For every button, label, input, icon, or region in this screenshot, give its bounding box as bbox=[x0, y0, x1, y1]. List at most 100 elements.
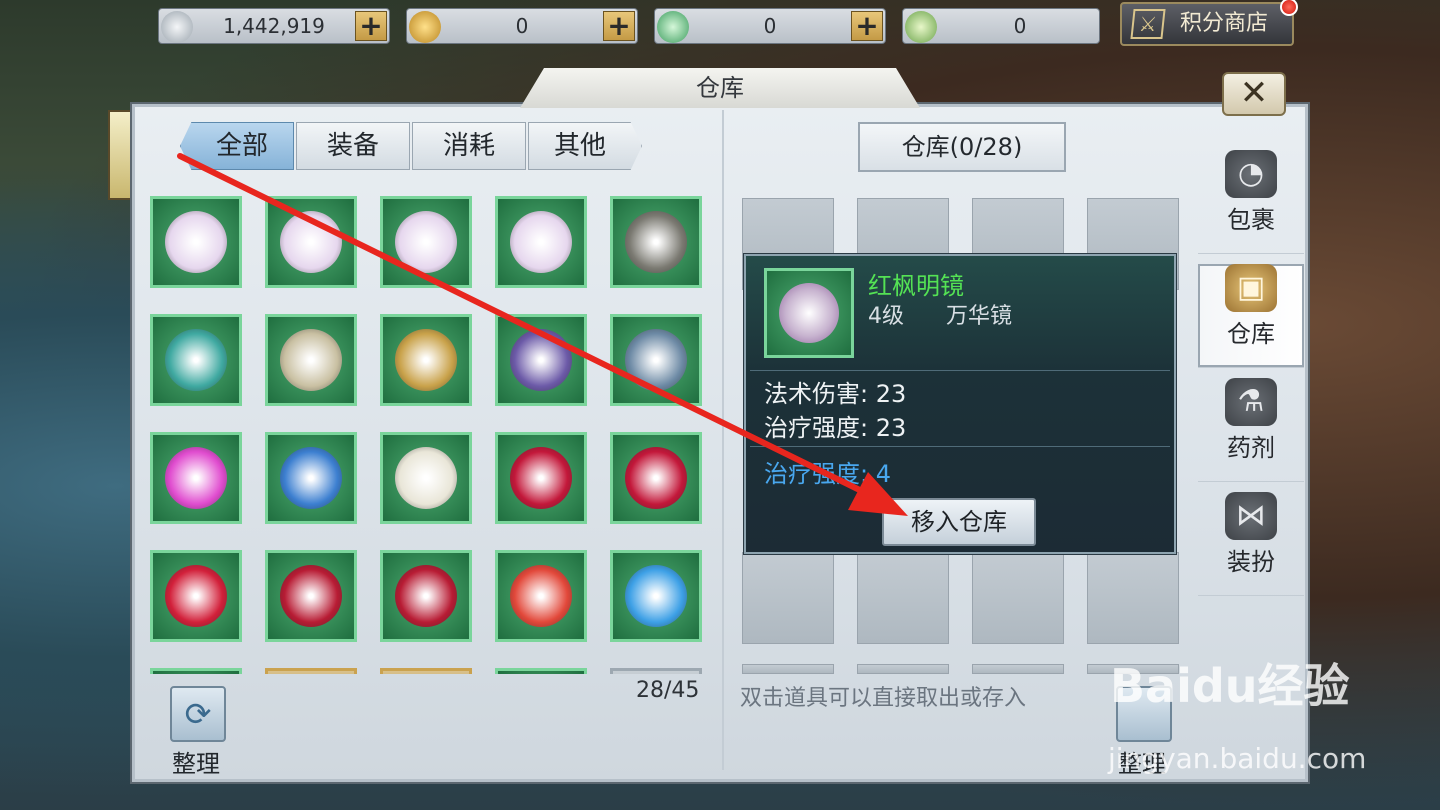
points-shop-button[interactable]: ⚔ 积分商店 bbox=[1120, 0, 1298, 46]
tab-consumables[interactable]: 消耗 bbox=[412, 122, 526, 170]
robe-icon bbox=[165, 329, 227, 391]
inventory-slot[interactable] bbox=[265, 668, 357, 674]
stat-healing: 治疗强度: 23 bbox=[764, 414, 907, 442]
inventory-slot[interactable] bbox=[380, 196, 472, 288]
watermark-logo: Baidu经验 bbox=[1110, 659, 1350, 713]
stat-spell-damage: 法术伤害: 23 bbox=[764, 380, 907, 408]
bound-ingot-amount: 0 bbox=[1013, 14, 1027, 38]
sidenav-label: 装扮 bbox=[1227, 548, 1275, 576]
sidenav-warehouse[interactable]: ▣ 仓库 bbox=[1198, 264, 1304, 368]
bow-icon: ⋈ bbox=[1225, 492, 1277, 540]
mirror-icon bbox=[165, 211, 227, 273]
silver-amount: 1,442,919 bbox=[223, 14, 325, 38]
pearl-earring-icon bbox=[395, 447, 457, 509]
notification-dot bbox=[1280, 0, 1298, 16]
inventory-slot[interactable] bbox=[265, 550, 357, 642]
silver-currency: 1,442,919 + bbox=[158, 8, 390, 44]
inventory-slot[interactable] bbox=[380, 432, 472, 524]
gold-currency: 0 + bbox=[406, 8, 638, 44]
inventory-slot[interactable] bbox=[610, 668, 702, 674]
sidenav-costume[interactable]: ⋈ 装扮 bbox=[1198, 492, 1304, 596]
boots-icon bbox=[510, 329, 572, 391]
inventory-slot[interactable] bbox=[265, 314, 357, 406]
warehouse-slot[interactable] bbox=[972, 664, 1064, 674]
gold-coin-icon bbox=[409, 11, 441, 43]
red-gem-icon bbox=[510, 565, 572, 627]
inventory-grid bbox=[150, 196, 710, 674]
inventory-slot[interactable] bbox=[380, 668, 472, 674]
gold-amount: 0 bbox=[515, 14, 529, 38]
inventory-slot[interactable] bbox=[495, 668, 587, 674]
ring-icon bbox=[280, 447, 342, 509]
item-tooltip: 红枫明镜 4级 万华镜 法术伤害: 23 治疗强度: 23 治疗强度: 4 移入… bbox=[744, 254, 1176, 554]
warehouse-slot[interactable] bbox=[1087, 552, 1179, 644]
mirror-icon bbox=[510, 211, 572, 273]
sort-inventory-button[interactable]: ⟳ bbox=[170, 686, 226, 742]
warehouse-chest-icon: ▣ bbox=[1225, 264, 1277, 312]
ruby-pendant-icon bbox=[395, 565, 457, 627]
warehouse-slot[interactable] bbox=[857, 552, 949, 644]
inventory-slot[interactable] bbox=[380, 314, 472, 406]
close-button[interactable]: ✕ bbox=[1222, 72, 1286, 116]
mirror-icon bbox=[779, 283, 839, 343]
add-gold-button[interactable]: + bbox=[603, 11, 635, 41]
item-level: 4级 bbox=[868, 304, 904, 329]
inventory-slot[interactable] bbox=[150, 550, 242, 642]
tooltip-item-slot bbox=[764, 268, 854, 358]
warehouse-slot[interactable] bbox=[742, 664, 834, 674]
warehouse-slot[interactable] bbox=[972, 552, 1064, 644]
silver-coin-icon bbox=[161, 11, 193, 43]
locked-ingot-icon bbox=[905, 11, 937, 43]
inventory-slot[interactable] bbox=[495, 196, 587, 288]
tooltip-divider bbox=[750, 446, 1170, 447]
item-name: 红枫明镜 bbox=[868, 272, 964, 300]
warehouse-slot[interactable] bbox=[857, 664, 949, 674]
tab-other[interactable]: 其他 bbox=[528, 122, 642, 170]
sidenav-label: 包裹 bbox=[1227, 206, 1275, 234]
inventory-slot[interactable] bbox=[265, 196, 357, 288]
move-to-warehouse-button[interactable]: 移入仓库 bbox=[882, 498, 1036, 546]
inventory-slot[interactable] bbox=[150, 196, 242, 288]
watermark-url: jingyan.baidu.com bbox=[1108, 742, 1367, 775]
inventory-slot[interactable] bbox=[380, 550, 472, 642]
sidenav-label: 仓库 bbox=[1227, 320, 1275, 348]
panel-divider bbox=[722, 110, 724, 770]
inventory-slot[interactable] bbox=[150, 668, 242, 674]
inventory-slot[interactable] bbox=[495, 432, 587, 524]
mirror-icon bbox=[280, 211, 342, 273]
helmet-icon bbox=[280, 329, 342, 391]
inventory-slot[interactable] bbox=[610, 432, 702, 524]
bound-ingot-currency: 0 bbox=[902, 8, 1100, 44]
ingot-amount: 0 bbox=[763, 14, 777, 38]
inventory-slot[interactable] bbox=[610, 196, 702, 288]
inventory-slot[interactable] bbox=[495, 550, 587, 642]
add-ingot-button[interactable]: + bbox=[851, 11, 883, 41]
inventory-slot[interactable] bbox=[150, 314, 242, 406]
tooltip-divider bbox=[750, 370, 1170, 371]
ruby-earring-icon bbox=[625, 447, 687, 509]
sidenav-bag[interactable]: ◔ 包裹 bbox=[1198, 150, 1304, 254]
filter-tabs: 全部 装备 消耗 其他 bbox=[180, 122, 644, 170]
tab-all[interactable]: 全部 bbox=[180, 122, 294, 170]
sidenav-label: 药剂 bbox=[1227, 434, 1275, 462]
sort-inventory-label: 整理 bbox=[172, 750, 220, 778]
refresh-icon: ⟳ bbox=[184, 695, 212, 733]
sidenav-potion[interactable]: ⚗ 药剂 bbox=[1198, 378, 1304, 482]
warehouse-hint: 双击道具可以直接取出或存入 bbox=[740, 686, 1027, 711]
bracer-icon bbox=[625, 329, 687, 391]
inventory-slot[interactable] bbox=[610, 314, 702, 406]
add-silver-button[interactable]: + bbox=[355, 11, 387, 41]
inventory-slot[interactable] bbox=[610, 550, 702, 642]
inventory-slot[interactable] bbox=[265, 432, 357, 524]
warehouse-slot[interactable] bbox=[742, 552, 834, 644]
mirror-icon bbox=[395, 211, 457, 273]
inventory-slot[interactable] bbox=[150, 432, 242, 524]
inventory-slot[interactable] bbox=[495, 314, 587, 406]
potion-icon: ⚗ bbox=[1225, 378, 1277, 426]
ingot-icon bbox=[657, 11, 689, 43]
side-nav: ◔ 包裹 ▣ 仓库 ⚗ 药剂 ⋈ 装扮 bbox=[1198, 140, 1304, 596]
ingot-currency: 0 + bbox=[654, 8, 886, 44]
panel-title: 仓库 bbox=[520, 68, 920, 108]
tab-equipment[interactable]: 装备 bbox=[296, 122, 410, 170]
warehouse-capacity: 仓库(0/28) bbox=[858, 122, 1066, 172]
